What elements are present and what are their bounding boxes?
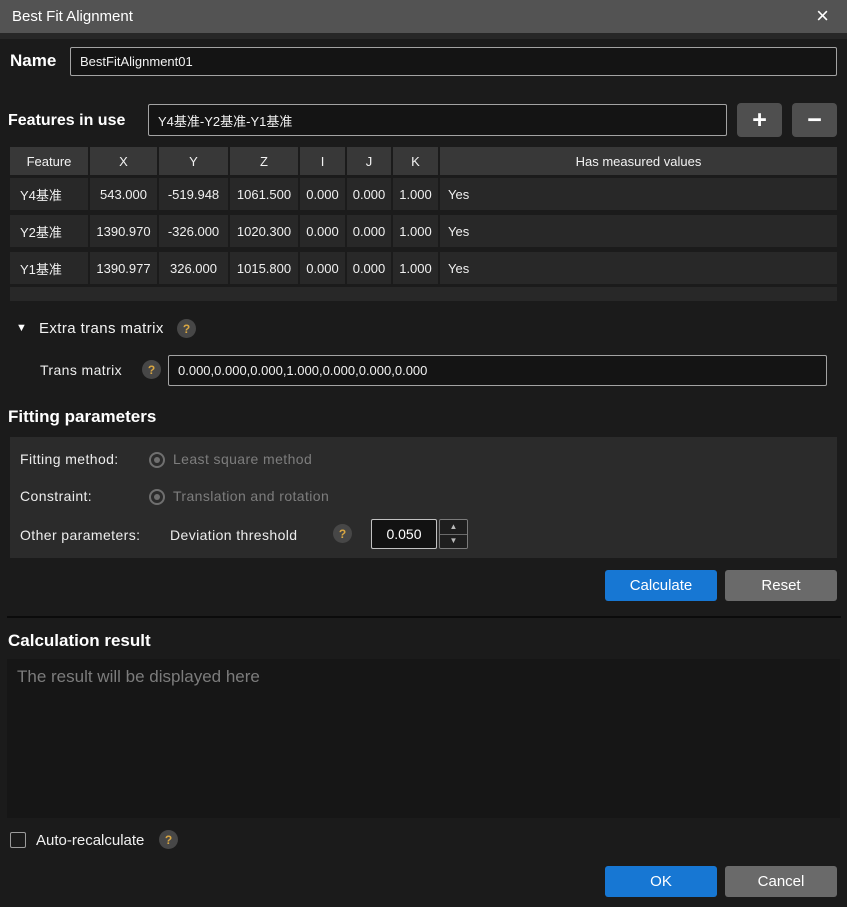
collapse-arrow-icon[interactable]: ▼: [16, 322, 27, 334]
calculation-result-heading: Calculation result: [8, 631, 151, 650]
column-header-j[interactable]: J: [347, 147, 391, 175]
cell-j: 0.000: [347, 252, 391, 284]
help-icon[interactable]: ?: [142, 360, 161, 379]
cell-i: 0.000: [300, 215, 345, 247]
cell-z: 1015.800: [230, 252, 298, 284]
trans-matrix-input[interactable]: [168, 355, 827, 386]
cell-k: 1.000: [393, 252, 438, 284]
cell-j: 0.000: [347, 178, 391, 210]
other-parameters-label: Other parameters:: [20, 527, 141, 543]
deviation-threshold-spinbox: ▲ ▼: [371, 519, 468, 549]
extra-trans-matrix-label[interactable]: Extra trans matrix: [39, 320, 164, 337]
cell-feature: Y1基准: [10, 252, 88, 284]
cell-y: -326.000: [159, 215, 228, 247]
translation-rotation-radio[interactable]: [149, 489, 165, 505]
auto-recalculate-checkbox[interactable]: [10, 832, 26, 848]
cell-feature: Y2基准: [10, 215, 88, 247]
spin-down-icon[interactable]: ▼: [440, 534, 467, 548]
least-square-option-label: Least square method: [173, 451, 313, 467]
trans-matrix-label: Trans matrix: [40, 362, 123, 378]
cell-x: 1390.970: [90, 215, 157, 247]
cell-x: 1390.977: [90, 252, 157, 284]
cell-i: 0.000: [300, 252, 345, 284]
table-empty-area: [10, 287, 837, 301]
titlebar-shadow: [0, 33, 847, 39]
cell-has-measured: Yes: [440, 178, 837, 210]
table-row[interactable]: Y1基准 1390.977 326.000 1015.800 0.000 0.0…: [10, 252, 837, 284]
ok-button[interactable]: OK: [605, 866, 717, 897]
result-textarea[interactable]: The result will be displayed here: [7, 659, 840, 818]
constraint-label: Constraint:: [20, 488, 93, 504]
title-bar: Best Fit Alignment ×: [0, 0, 847, 33]
column-header-has-measured[interactable]: Has measured values: [440, 147, 837, 175]
spin-up-icon[interactable]: ▲: [440, 520, 467, 535]
dialog-title: Best Fit Alignment: [12, 8, 133, 25]
features-table: Feature X Y Z I J K Has measured values …: [10, 147, 837, 301]
fitting-parameters-heading: Fitting parameters: [8, 407, 157, 426]
table-header-row: Feature X Y Z I J K Has measured values: [10, 147, 837, 175]
close-icon[interactable]: ×: [816, 0, 829, 31]
column-header-i[interactable]: I: [300, 147, 345, 175]
cell-z: 1020.300: [230, 215, 298, 247]
help-icon[interactable]: ?: [177, 319, 196, 338]
help-icon[interactable]: ?: [159, 830, 178, 849]
add-feature-button[interactable]: +: [737, 103, 782, 137]
deviation-threshold-input[interactable]: [371, 519, 437, 549]
column-header-y[interactable]: Y: [159, 147, 228, 175]
cell-y: -519.948: [159, 178, 228, 210]
cell-y: 326.000: [159, 252, 228, 284]
result-placeholder-text: The result will be displayed here: [17, 667, 260, 686]
cell-has-measured: Yes: [440, 215, 837, 247]
column-header-z[interactable]: Z: [230, 147, 298, 175]
name-input[interactable]: [70, 47, 837, 76]
table-row[interactable]: Y2基准 1390.970 -326.000 1020.300 0.000 0.…: [10, 215, 837, 247]
name-label: Name: [10, 51, 57, 70]
remove-feature-button[interactable]: −: [792, 103, 837, 137]
best-fit-alignment-dialog: Best Fit Alignment × Name Features in us…: [0, 0, 847, 907]
table-row[interactable]: Y4基准 543.000 -519.948 1061.500 0.000 0.0…: [10, 178, 837, 210]
help-icon[interactable]: ?: [333, 524, 352, 543]
cell-has-measured: Yes: [440, 252, 837, 284]
features-in-use-label: Features in use: [8, 112, 126, 129]
spinner-buttons: ▲ ▼: [439, 519, 468, 549]
cell-feature: Y4基准: [10, 178, 88, 210]
column-header-x[interactable]: X: [90, 147, 157, 175]
column-header-k[interactable]: K: [393, 147, 438, 175]
cell-k: 1.000: [393, 178, 438, 210]
column-header-feature[interactable]: Feature: [10, 147, 88, 175]
features-in-use-input[interactable]: [148, 104, 727, 136]
reset-button[interactable]: Reset: [725, 570, 837, 601]
least-square-radio[interactable]: [149, 452, 165, 468]
deviation-threshold-label: Deviation threshold: [170, 527, 298, 543]
auto-recalculate-label: Auto-recalculate: [36, 832, 145, 849]
fitting-method-label: Fitting method:: [20, 451, 119, 467]
cancel-button[interactable]: Cancel: [725, 866, 837, 897]
cell-i: 0.000: [300, 178, 345, 210]
cell-k: 1.000: [393, 215, 438, 247]
calculate-button[interactable]: Calculate: [605, 570, 717, 601]
translation-rotation-option-label: Translation and rotation: [173, 488, 330, 504]
cell-x: 543.000: [90, 178, 157, 210]
section-divider: [7, 616, 841, 618]
cell-j: 0.000: [347, 215, 391, 247]
cell-z: 1061.500: [230, 178, 298, 210]
